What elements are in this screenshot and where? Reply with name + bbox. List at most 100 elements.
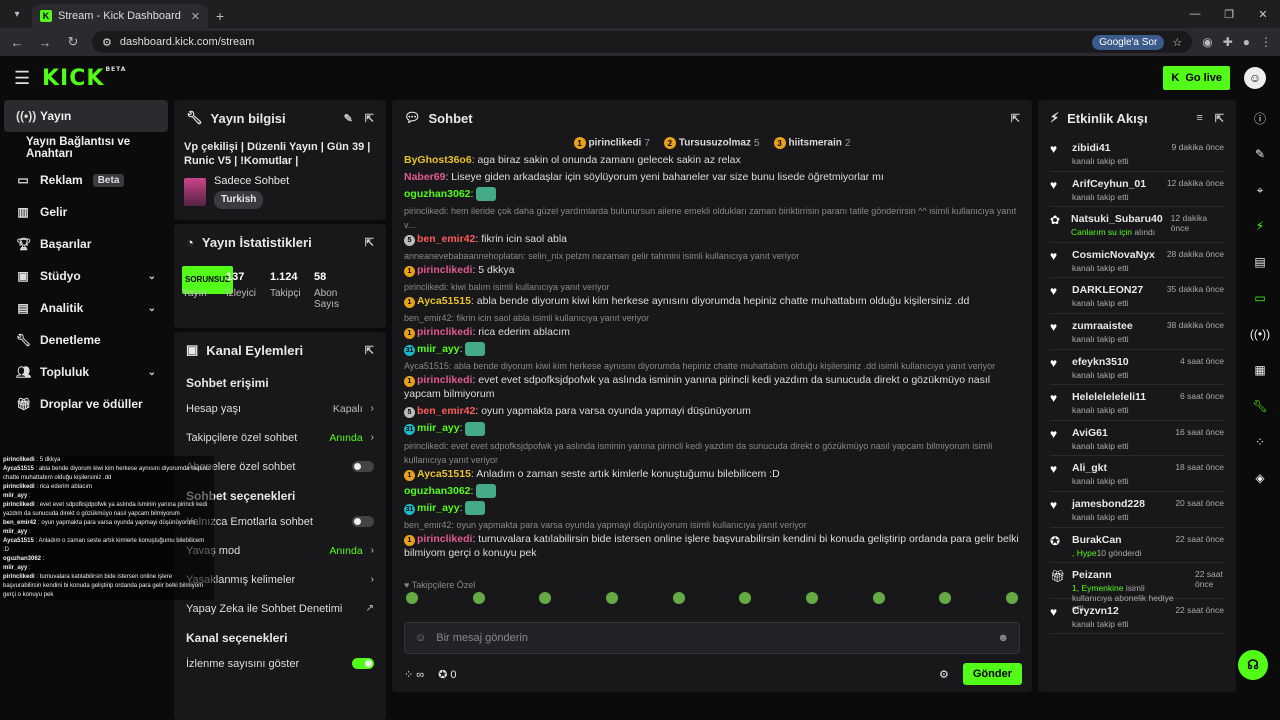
activity-event[interactable]: ✿ Natsuki_Subaru40 Canlarım su için alındı… bbox=[1050, 207, 1224, 243]
send-button[interactable]: Gönder bbox=[962, 663, 1022, 685]
emote-picker-icon[interactable]: ☺ bbox=[415, 632, 426, 644]
sidebar-item[interactable]: ▥ Gelir bbox=[4, 196, 168, 228]
chevron-right-icon[interactable]: › bbox=[371, 432, 374, 443]
popout-icon[interactable]: ⇱ bbox=[365, 236, 374, 249]
chat-username[interactable]: ben_emir42 bbox=[417, 233, 475, 245]
filter-icon[interactable]: ≡ bbox=[1196, 112, 1202, 125]
reload-icon[interactable]: ↻ bbox=[64, 34, 82, 50]
event-username[interactable]: Cryzvn12 bbox=[1072, 605, 1129, 617]
chat-username[interactable]: miir_ayy bbox=[417, 422, 460, 434]
activity-event[interactable]: ♥ jamesbond228 kanalı takip etti 20 saat ön… bbox=[1050, 492, 1224, 528]
chat-username[interactable]: ben_emir42 bbox=[417, 405, 475, 417]
chat-message[interactable]: 31 miir_ayy: bbox=[404, 342, 1020, 357]
chevron-down-icon[interactable]: ⌄ bbox=[148, 367, 156, 378]
popout-icon[interactable]: ⇱ bbox=[1011, 112, 1020, 125]
user-avatar[interactable]: ☺ bbox=[1244, 67, 1266, 89]
event-username[interactable]: zibidi41 bbox=[1072, 142, 1129, 154]
chat-message[interactable]: oguzhan3062: bbox=[404, 483, 1020, 498]
event-username[interactable]: Ali_gkt bbox=[1072, 462, 1129, 474]
chat-message[interactable]: pirinclikedi: hem ileride çok daha güzel… bbox=[404, 204, 1020, 247]
headset-help-button[interactable]: ☊ bbox=[1238, 650, 1268, 680]
activity-event[interactable]: 🎁︎ Peizann 1, Eymenkine isimli kullanıcıya… bbox=[1050, 563, 1224, 613]
chat-message[interactable]: ben_emir42: fikrin icin saol abla isimli… bbox=[404, 311, 1020, 340]
setting-row[interactable]: Takipçilere özel sohbet Anında › bbox=[174, 423, 386, 452]
focus-icon[interactable]: ⌖ bbox=[1243, 172, 1277, 208]
dots-icon[interactable]: ⁘ bbox=[1243, 424, 1277, 460]
points-icon[interactable]: ⁘ ∞ bbox=[404, 668, 424, 681]
chat-message[interactable]: 31 miir_ayy: bbox=[404, 501, 1020, 516]
browser-tab[interactable]: K Stream - Kick Dashboard ✕ bbox=[32, 4, 208, 28]
sidebar-item[interactable]: ▭ Reklam Beta bbox=[4, 164, 168, 196]
event-username[interactable]: Peizann bbox=[1072, 569, 1187, 581]
setting-row[interactable]: İzlenme sayısını göster bbox=[174, 649, 386, 678]
emote-icon[interactable] bbox=[939, 592, 952, 604]
activity-event[interactable]: ♥ Ali_gkt kanalı takip etti 18 saat önce bbox=[1050, 456, 1224, 492]
event-username[interactable]: Natsuki_Subaru40 bbox=[1071, 213, 1163, 225]
activity-event[interactable]: ♥ zumraaistee kanalı takip etti 38 dakika ö… bbox=[1050, 314, 1224, 350]
tab-search-icon[interactable]: ▾ bbox=[6, 3, 28, 25]
emote-icon[interactable] bbox=[872, 592, 885, 604]
chat-message[interactable]: pirinclikedi: kiwi balım isimli kullanıc… bbox=[404, 280, 1020, 309]
top-gifter[interactable]: 2 Tursusuzolmaz 5 bbox=[663, 137, 760, 149]
wrench-icon[interactable]: 🔧︎ bbox=[1243, 388, 1277, 424]
emote-icon[interactable] bbox=[605, 592, 618, 604]
kick-logo[interactable]: KICKBETA bbox=[42, 66, 126, 91]
chevron-right-icon[interactable]: › bbox=[371, 574, 374, 585]
chat-username[interactable]: pirinclikedi bbox=[417, 374, 472, 386]
emote-icon[interactable] bbox=[805, 592, 818, 604]
chat-username[interactable]: pirinclikedi bbox=[417, 264, 472, 276]
chat-message[interactable]: oguzhan3062: bbox=[404, 187, 1020, 202]
sidebar-item[interactable]: 👥︎ Topluluk ⌄ bbox=[4, 356, 168, 388]
forward-icon[interactable]: → bbox=[36, 35, 54, 50]
broadcast-icon[interactable]: ((•)) bbox=[1243, 316, 1277, 352]
activity-event[interactable]: ♥ DARKLEON27 kanalı takip etti 35 dakika ön… bbox=[1050, 278, 1224, 314]
chat-username[interactable]: Naber69 bbox=[404, 171, 445, 183]
chat-settings-icon[interactable]: ⚙ bbox=[939, 668, 949, 681]
event-username[interactable]: AviG61 bbox=[1072, 427, 1129, 439]
chat-icon[interactable]: ▭ bbox=[1243, 280, 1277, 316]
chat-message[interactable]: Ayca51515: abla bende diyorum kiwi kim h… bbox=[404, 359, 1020, 401]
chat-username[interactable]: oguzhan3062 bbox=[404, 188, 471, 200]
event-username[interactable]: DARKLEON27 bbox=[1072, 284, 1143, 296]
category-name[interactable]: Sadece Sohbet bbox=[214, 174, 289, 188]
activity-event[interactable]: ♥ ArifCeyhun_01 kanalı takip etti 12 dakika… bbox=[1050, 172, 1224, 208]
sidebar-item[interactable]: Yayın Bağlantısı ve Anahtarı bbox=[4, 132, 168, 164]
chat-message[interactable]: ben_emir42: oyun yapmakta para varsa oyu… bbox=[404, 518, 1020, 560]
go-live-button[interactable]: K Go live bbox=[1163, 66, 1230, 90]
puzzle-icon[interactable]: ✚ bbox=[1223, 35, 1233, 49]
info-icon[interactable]: ⓘ bbox=[1243, 100, 1277, 136]
event-username[interactable]: ArifCeyhun_01 bbox=[1072, 178, 1146, 190]
emote-icon[interactable] bbox=[539, 592, 552, 604]
event-username[interactable]: jamesbond228 bbox=[1072, 498, 1145, 510]
chat-input[interactable]: ☺ Bir mesaj gönderin ☻ bbox=[404, 622, 1020, 654]
chat-username[interactable]: pirinclikedi bbox=[417, 533, 472, 545]
top-gifter[interactable]: 1 pirinclikedi 7 bbox=[573, 137, 650, 149]
chat-username[interactable]: ByGhost36o6 bbox=[404, 154, 472, 166]
toggle-switch[interactable] bbox=[352, 516, 374, 527]
menu-dots-icon[interactable]: ⋮ bbox=[1260, 35, 1272, 49]
emote-icon[interactable] bbox=[406, 592, 418, 604]
emote-icon[interactable] bbox=[739, 592, 752, 604]
new-tab-icon[interactable]: + bbox=[208, 4, 232, 28]
maximize-icon[interactable]: ❐ bbox=[1212, 0, 1246, 28]
chevron-right-icon[interactable]: › bbox=[371, 403, 374, 414]
chat-username[interactable]: miir_ayy bbox=[417, 502, 460, 514]
hamburger-menu-icon[interactable]: ☰ bbox=[14, 68, 40, 89]
back-icon[interactable]: ← bbox=[8, 35, 26, 50]
sidebar-item[interactable]: ▣ Stüdyo ⌄ bbox=[4, 260, 168, 292]
close-tab-icon[interactable]: ✕ bbox=[191, 10, 200, 23]
activity-event[interactable]: ♥ Heleleleleleli11 kanalı takip etti 6 saat… bbox=[1050, 385, 1224, 421]
activity-event[interactable]: ✪ BurakCan, Hype10 gönderdi 22 saat önce bbox=[1050, 528, 1224, 564]
lightning-icon[interactable]: ⚡︎ bbox=[1243, 208, 1277, 244]
event-username[interactable]: zumraaistee bbox=[1072, 320, 1133, 332]
address-bar[interactable]: ⚙ dashboard.kick.com/stream Google'a Sor… bbox=[92, 31, 1193, 53]
activity-event[interactable]: ♥ AviG61 kanalı takip etti 16 saat önce bbox=[1050, 421, 1224, 457]
chat-message[interactable]: anneanevebabaannehoplatan: selin_nix pel… bbox=[404, 249, 1020, 278]
layout-icon[interactable]: ▦ bbox=[1243, 352, 1277, 388]
event-username[interactable]: Heleleleleleli11 bbox=[1072, 391, 1146, 403]
minimize-icon[interactable]: — bbox=[1178, 0, 1212, 28]
chat-username[interactable]: miir_ayy bbox=[417, 343, 460, 355]
toggle-switch[interactable] bbox=[352, 658, 374, 669]
top-gifter[interactable]: 3 hiitsmerain 2 bbox=[773, 137, 850, 149]
chat-message[interactable]: ByGhost36o6: aga biraz sakin ol onunda z… bbox=[404, 153, 1020, 167]
